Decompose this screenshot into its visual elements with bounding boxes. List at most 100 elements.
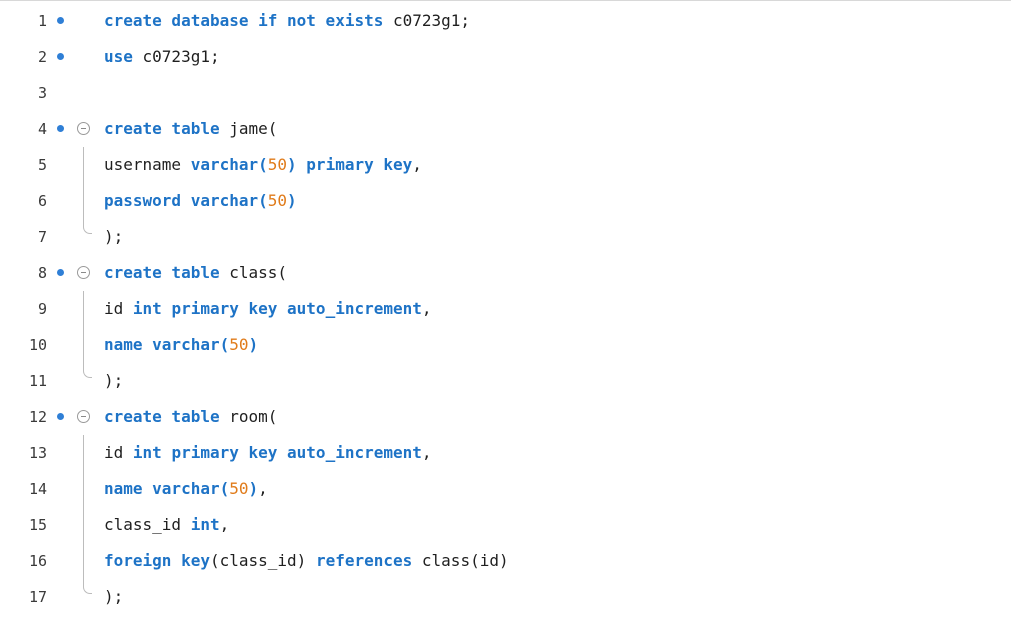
sql-identifier: class(	[229, 263, 288, 282]
sql-identifier: );	[104, 587, 124, 606]
line-number: 9	[37, 300, 47, 318]
code-text[interactable]: password varchar(50)	[104, 183, 297, 219]
fold-guide	[83, 471, 84, 507]
statement-dot-icon[interactable]	[57, 413, 64, 420]
code-line[interactable]: 6 password varchar(50)	[0, 183, 1011, 219]
sql-keyword: name varchar(	[104, 335, 230, 354]
fold-guide	[83, 291, 84, 327]
sql-identifier: );	[104, 371, 124, 390]
line-number: 16	[28, 552, 47, 570]
sql-keyword: create table	[104, 407, 230, 426]
code-line[interactable]: 7);	[0, 219, 1011, 255]
sql-identifier: c0723g1;	[392, 11, 471, 30]
code-line[interactable]: 13 id int primary key auto_increment,	[0, 435, 1011, 471]
fold-guide	[83, 147, 84, 183]
code-line[interactable]: 2 use c0723g1;	[0, 39, 1011, 75]
code-text[interactable]: id int primary key auto_increment,	[104, 435, 432, 471]
sql-identifier: ,	[421, 443, 432, 462]
line-number: 17	[28, 588, 47, 606]
sql-identifier: jame(	[229, 119, 278, 138]
sql-identifier: room(	[229, 407, 278, 426]
statement-dot-icon[interactable]	[57, 269, 64, 276]
code-text[interactable]: create database if not exists c0723g1;	[104, 3, 470, 39]
code-text[interactable]: use c0723g1;	[104, 39, 220, 75]
sql-number: 50	[229, 479, 249, 498]
sql-keyword: )	[287, 191, 297, 210]
sql-identifier: class_id	[104, 515, 191, 534]
line-number: 15	[28, 516, 47, 534]
code-line[interactable]: 17);	[0, 579, 1011, 615]
code-line[interactable]: 11);	[0, 363, 1011, 399]
sql-keyword: int primary key auto_increment	[132, 299, 422, 318]
line-number: 4	[37, 120, 47, 138]
code-line[interactable]: 3	[0, 75, 1011, 111]
fold-collapse-icon[interactable]	[77, 266, 90, 279]
sql-identifier: ,	[412, 155, 422, 174]
fold-guide	[83, 435, 84, 471]
line-number: 10	[28, 336, 47, 354]
code-line[interactable]: 9 id int primary key auto_increment,	[0, 291, 1011, 327]
fold-collapse-icon[interactable]	[77, 122, 90, 135]
fold-guide	[83, 183, 84, 219]
sql-editor[interactable]: 1 create database if not exists c0723g1; 2…	[0, 0, 1011, 617]
code-line[interactable]: 10 name varchar(50)	[0, 327, 1011, 363]
sql-keyword: name varchar(	[104, 479, 230, 498]
sql-keyword: create database if not exists	[104, 11, 393, 30]
sql-identifier: ,	[421, 299, 432, 318]
sql-keyword: int primary key auto_increment	[132, 443, 422, 462]
code-text[interactable]: );	[104, 219, 123, 255]
sql-keyword: int	[190, 515, 220, 534]
code-text[interactable]: create table room(	[104, 399, 277, 435]
line-number: 2	[37, 48, 47, 66]
sql-identifier: c0723g1;	[142, 47, 220, 66]
line-number: 6	[37, 192, 47, 210]
code-line[interactable]: 1 create database if not exists c0723g1;	[0, 3, 1011, 39]
code-text[interactable]: name varchar(50),	[104, 471, 268, 507]
code-line[interactable]: 15 class_id int,	[0, 507, 1011, 543]
fold-end-guide	[83, 219, 92, 234]
statement-dot-icon[interactable]	[57, 53, 64, 60]
sql-keyword: create table	[104, 119, 230, 138]
fold-collapse-icon[interactable]	[77, 410, 90, 423]
fold-end-guide	[83, 363, 92, 378]
code-line[interactable]: 4 create table jame(	[0, 111, 1011, 147]
line-number: 8	[37, 264, 47, 282]
sql-keyword: create table	[104, 263, 230, 282]
code-line[interactable]: 12 create table room(	[0, 399, 1011, 435]
sql-keyword: use	[104, 47, 143, 66]
code-line[interactable]: 8 create table class(	[0, 255, 1011, 291]
sql-keyword: )	[248, 479, 259, 498]
code-line[interactable]: 5 username varchar(50) primary key,	[0, 147, 1011, 183]
code-text[interactable]: );	[104, 579, 123, 615]
sql-identifier: username	[104, 155, 191, 174]
code-text[interactable]: foreign key(class_id) references class(i…	[104, 543, 509, 579]
sql-identifier: ,	[219, 515, 230, 534]
sql-keyword: )	[248, 335, 259, 354]
sql-identifier: );	[104, 227, 124, 246]
code-text[interactable]: name varchar(50)	[104, 327, 258, 363]
sql-identifier: ,	[258, 479, 268, 498]
sql-number: 50	[229, 335, 249, 354]
code-text[interactable]: create table jame(	[104, 111, 277, 147]
statement-dot-icon[interactable]	[57, 17, 64, 24]
sql-number: 50	[267, 191, 288, 210]
code-text[interactable]: create table class(	[104, 255, 287, 291]
code-text[interactable]: username varchar(50) primary key,	[104, 147, 422, 183]
line-number: 12	[28, 408, 47, 426]
line-number: 14	[28, 480, 47, 498]
line-number: 3	[37, 84, 47, 102]
code-text[interactable]: id int primary key auto_increment,	[104, 291, 432, 327]
sql-identifier: id	[104, 443, 133, 462]
code-text[interactable]: );	[104, 363, 123, 399]
line-number: 13	[28, 444, 47, 462]
code-line[interactable]: 14 name varchar(50),	[0, 471, 1011, 507]
sql-identifier: (class_id)	[209, 551, 316, 570]
sql-keyword: password varchar(	[104, 191, 268, 210]
statement-dot-icon[interactable]	[57, 125, 64, 132]
fold-guide	[83, 507, 84, 543]
code-text[interactable]: class_id int,	[104, 507, 229, 543]
line-number: 1	[37, 12, 47, 30]
sql-keyword: references	[315, 551, 422, 570]
code-line[interactable]: 16 foreign key(class_id) references class…	[0, 543, 1011, 579]
fold-end-guide	[83, 579, 92, 594]
